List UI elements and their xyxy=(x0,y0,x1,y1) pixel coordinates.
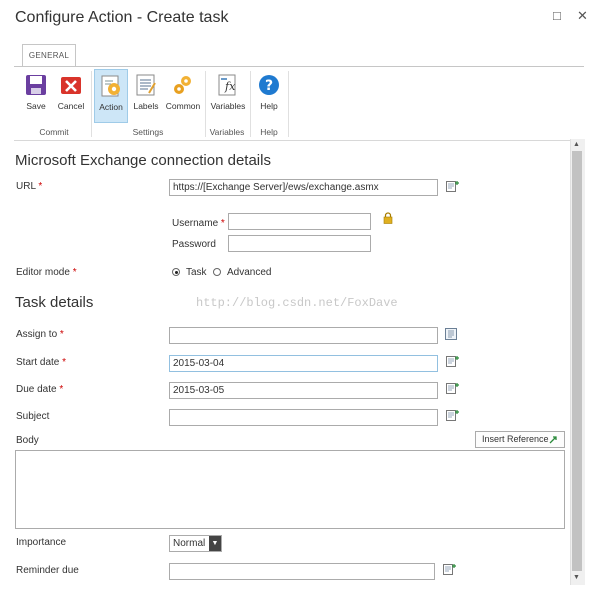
variables-label: Variables xyxy=(210,101,246,111)
cancel-icon xyxy=(61,77,81,94)
lookup-icon[interactable] xyxy=(446,180,459,192)
body-textarea[interactable] xyxy=(15,450,565,529)
lookup-icon[interactable] xyxy=(446,355,459,367)
cancel-label: Cancel xyxy=(57,101,85,111)
reminder-due-label: Reminder due xyxy=(16,565,79,576)
start-date-label: Start date * xyxy=(16,357,67,368)
advanced-radio[interactable] xyxy=(213,268,221,276)
assign-to-label: Assign to * xyxy=(16,329,64,340)
group-label-help: Help xyxy=(260,127,278,137)
ribbon-group-separator xyxy=(91,71,92,137)
task-radio-label: Task xyxy=(186,267,207,278)
common-button[interactable]: Common xyxy=(164,69,202,123)
common-label: Common xyxy=(165,101,201,111)
insert-arrow-icon xyxy=(549,436,557,444)
variables-icon: fx xyxy=(218,74,236,96)
close-button[interactable]: ✕ xyxy=(577,8,588,24)
group-label-commit: Commit xyxy=(39,127,69,137)
editor-mode-label: Editor mode * xyxy=(16,267,77,278)
labels-label: Labels xyxy=(133,101,159,111)
labels-button[interactable]: Labels xyxy=(130,69,162,123)
watermark: http://blog.csdn.net/FoxDave xyxy=(196,296,398,310)
action-button[interactable]: Action xyxy=(94,69,128,123)
dropdown-arrow-icon: ▼ xyxy=(209,536,221,551)
importance-select[interactable]: Normal ▼ xyxy=(169,535,222,552)
address-book-icon[interactable] xyxy=(445,328,458,340)
action-label: Action xyxy=(99,102,123,112)
lookup-icon[interactable] xyxy=(446,382,459,394)
group-label-variables: Variables xyxy=(209,127,245,137)
action-icon xyxy=(101,75,120,97)
body-label: Body xyxy=(16,435,39,446)
help-label: Help xyxy=(260,101,278,111)
lookup-icon[interactable] xyxy=(446,409,459,421)
labels-icon xyxy=(136,74,156,96)
username-label: Username * xyxy=(172,218,225,229)
advanced-radio-label: Advanced xyxy=(227,267,272,278)
start-date-field[interactable]: 2015-03-04 xyxy=(169,355,438,372)
ribbon-group-separator xyxy=(250,71,251,137)
due-date-field[interactable]: 2015-03-05 xyxy=(169,382,438,399)
subject-field[interactable] xyxy=(169,409,438,426)
variables-button[interactable]: fx Variables xyxy=(208,69,248,123)
help-icon: ? xyxy=(259,75,279,95)
ribbon-group-separator xyxy=(288,71,289,137)
lookup-icon[interactable] xyxy=(443,563,456,575)
task-heading: Task details xyxy=(15,294,94,311)
tab-general[interactable]: GENERAL xyxy=(22,44,76,67)
svg-text:fx: fx xyxy=(224,80,236,93)
reminder-due-field[interactable] xyxy=(169,563,435,580)
cancel-button[interactable]: Cancel xyxy=(54,69,88,123)
scroll-down-arrow-icon[interactable]: ▼ xyxy=(573,574,580,581)
url-label: URL * xyxy=(16,181,43,192)
importance-value: Normal xyxy=(173,538,206,549)
save-label: Save xyxy=(26,101,46,111)
url-field[interactable]: https://[Exchange Server]/ews/exchange.a… xyxy=(169,179,438,196)
insert-reference-label: Insert Reference xyxy=(482,434,549,444)
subject-label: Subject xyxy=(16,411,50,422)
window-title: Configure Action - Create task xyxy=(15,9,229,26)
save-icon xyxy=(26,75,46,95)
save-button[interactable]: Save xyxy=(20,69,52,123)
insert-reference-button[interactable]: Insert Reference xyxy=(475,431,565,448)
help-button[interactable]: ? Help xyxy=(253,69,285,123)
password-field[interactable] xyxy=(228,235,371,252)
scrollbar-thumb[interactable] xyxy=(572,151,582,571)
scroll-up-arrow-icon[interactable]: ▲ xyxy=(573,141,580,148)
assign-to-field[interactable] xyxy=(169,327,438,344)
task-radio[interactable] xyxy=(172,268,180,276)
maximize-button[interactable]: □ xyxy=(553,8,561,23)
due-date-label: Due date * xyxy=(16,384,64,395)
svg-text:?: ? xyxy=(265,78,273,94)
group-label-settings: Settings xyxy=(132,127,164,137)
username-field[interactable] xyxy=(228,213,371,230)
password-label: Password xyxy=(172,239,216,250)
common-icon xyxy=(174,76,191,94)
connection-heading: Microsoft Exchange connection details xyxy=(15,152,271,169)
importance-label: Importance xyxy=(16,537,67,548)
lock-icon xyxy=(383,212,393,224)
